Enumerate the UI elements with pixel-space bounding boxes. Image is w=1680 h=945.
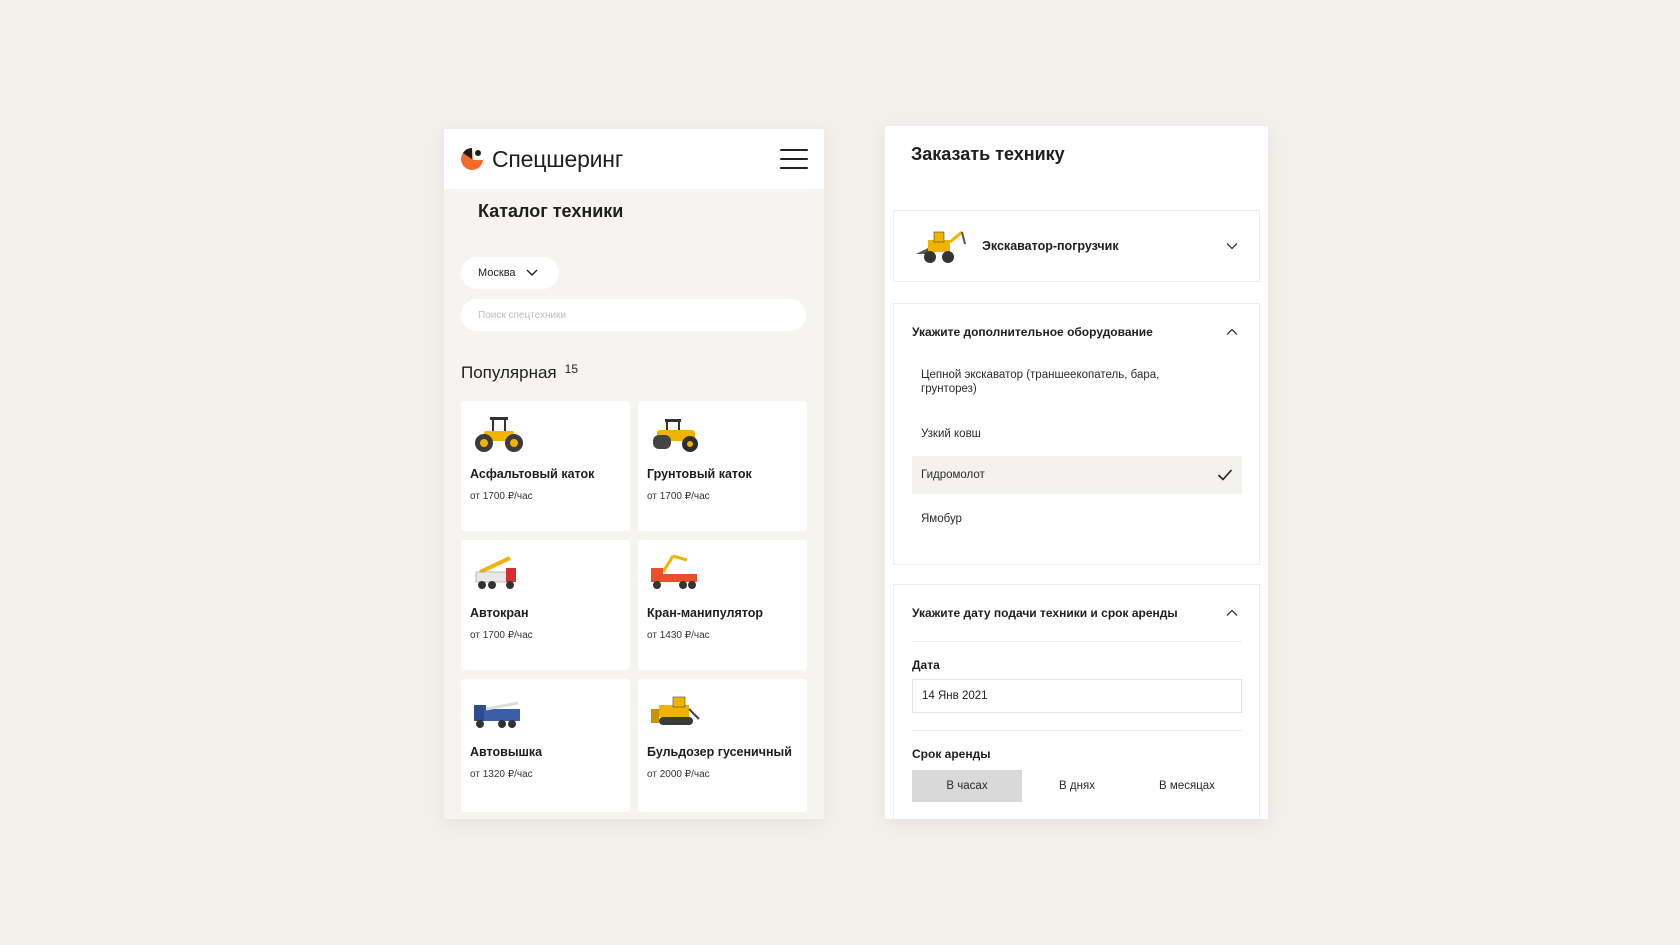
- card-title: Автокран: [470, 606, 529, 620]
- catalog-card[interactable]: Кран-манипулятор от 1430 ₽/час: [638, 540, 807, 670]
- chevron-down-icon: [526, 269, 538, 276]
- term-hours-button[interactable]: В часах: [912, 770, 1022, 802]
- machine-name: Экскаватор-погрузчик: [982, 239, 1119, 253]
- section-title: Популярная: [461, 363, 557, 382]
- soil-roller-icon: [653, 419, 698, 452]
- search-input[interactable]: [461, 299, 806, 331]
- equipment-option[interactable]: Ямобур: [912, 494, 1242, 544]
- option-label: Ямобур: [921, 513, 962, 525]
- catalog-screen: Спецшеринг Каталог техники Москва Популя…: [444, 129, 824, 819]
- truck-crane-icon: [475, 556, 516, 589]
- card-price: от 1700 ₽/час: [470, 491, 533, 503]
- catalog-grid: Асфальтовый каток от 1700 ₽/час Грунтовы…: [461, 401, 807, 812]
- machine-select[interactable]: Экскаватор-погрузчик: [893, 210, 1260, 282]
- card-price: от 1430 ₽/час: [647, 630, 710, 642]
- equipment-header[interactable]: Укажите дополнительное оборудование: [894, 304, 1259, 360]
- top-bar: Спецшеринг: [444, 129, 824, 189]
- catalog-card[interactable]: Бульдозер гусеничный от 2000 ₽/час: [638, 679, 807, 812]
- card-price: от 1320 ₽/час: [470, 769, 533, 781]
- catalog-card[interactable]: Грунтовый каток от 1700 ₽/час: [638, 401, 807, 531]
- equipment-option-selected[interactable]: Гидромолот: [912, 456, 1242, 494]
- order-screen: Заказать технику Экскаватор-погрузчик Ук…: [885, 126, 1268, 819]
- option-label: Узкий ковш: [921, 428, 981, 440]
- chevron-up-icon: [1226, 609, 1238, 616]
- equipment-title: Укажите дополнительное оборудование: [912, 325, 1153, 339]
- page-title: Каталог техники: [478, 201, 624, 221]
- term-label: Срок аренды: [912, 747, 991, 761]
- section-count: 15: [564, 362, 578, 376]
- date-field[interactable]: [912, 679, 1242, 713]
- catalog-card[interactable]: Асфальтовый каток от 1700 ₽/час: [461, 401, 630, 531]
- equipment-section: Укажите дополнительное оборудование Цепн…: [893, 303, 1260, 565]
- menu-icon[interactable]: [780, 149, 808, 169]
- asphalt-roller-icon: [475, 417, 523, 452]
- chevron-up-icon: [1226, 328, 1238, 335]
- term-months-button[interactable]: В месяцах: [1132, 770, 1242, 802]
- schedule-section: Укажите дату подачи техники и срок аренд…: [893, 584, 1260, 819]
- aerial-platform-icon: [474, 701, 520, 728]
- card-price: от 1700 ₽/час: [470, 630, 533, 642]
- card-title: Автовышка: [470, 745, 543, 759]
- brand-name: Спецшеринг: [492, 145, 624, 172]
- card-price: от 1700 ₽/час: [647, 491, 710, 503]
- backhoe-loader-icon: [916, 230, 966, 263]
- date-label: Дата: [912, 658, 940, 672]
- brand-logo-icon: [461, 148, 483, 170]
- check-icon: [1217, 469, 1233, 481]
- option-label: Гидромолот: [921, 469, 985, 481]
- divider: [912, 730, 1242, 731]
- equipment-option[interactable]: Узкий ковш: [912, 412, 1242, 456]
- city-select[interactable]: Москва: [461, 257, 559, 289]
- chevron-down-icon: [1226, 243, 1238, 250]
- schedule-title: Укажите дату подачи техники и срок аренд…: [912, 606, 1178, 620]
- popular-heading: Популярная 15: [461, 362, 578, 383]
- brand-logo[interactable]: Спецшеринг: [460, 146, 623, 173]
- crane-manipulator-icon: [651, 554, 697, 589]
- catalog-card[interactable]: Автокран от 1700 ₽/час: [461, 540, 630, 670]
- option-label: Цепной экскаватор (траншеекопатель, бара…: [921, 368, 1160, 395]
- term-days-button[interactable]: В днях: [1022, 770, 1132, 802]
- catalog-card[interactable]: Автовышка от 1320 ₽/час: [461, 679, 630, 812]
- divider: [912, 641, 1242, 642]
- schedule-header[interactable]: Укажите дату подачи техники и срок аренд…: [894, 585, 1259, 641]
- card-title: Асфальтовый каток: [470, 467, 595, 481]
- card-price: от 2000 ₽/час: [647, 769, 710, 781]
- card-title: Грунтовый каток: [647, 467, 752, 481]
- city-label: Москва: [478, 267, 516, 279]
- card-title: Кран-манипулятор: [647, 606, 763, 620]
- term-switch: В часах В днях В месяцах: [912, 770, 1242, 802]
- page-title: Заказать технику: [911, 144, 1065, 164]
- equipment-option[interactable]: Цепной экскаватор (траншеекопатель, бара…: [912, 360, 1242, 404]
- card-title: Бульдозер гусеничный: [647, 745, 792, 759]
- bulldozer-icon: [651, 696, 700, 725]
